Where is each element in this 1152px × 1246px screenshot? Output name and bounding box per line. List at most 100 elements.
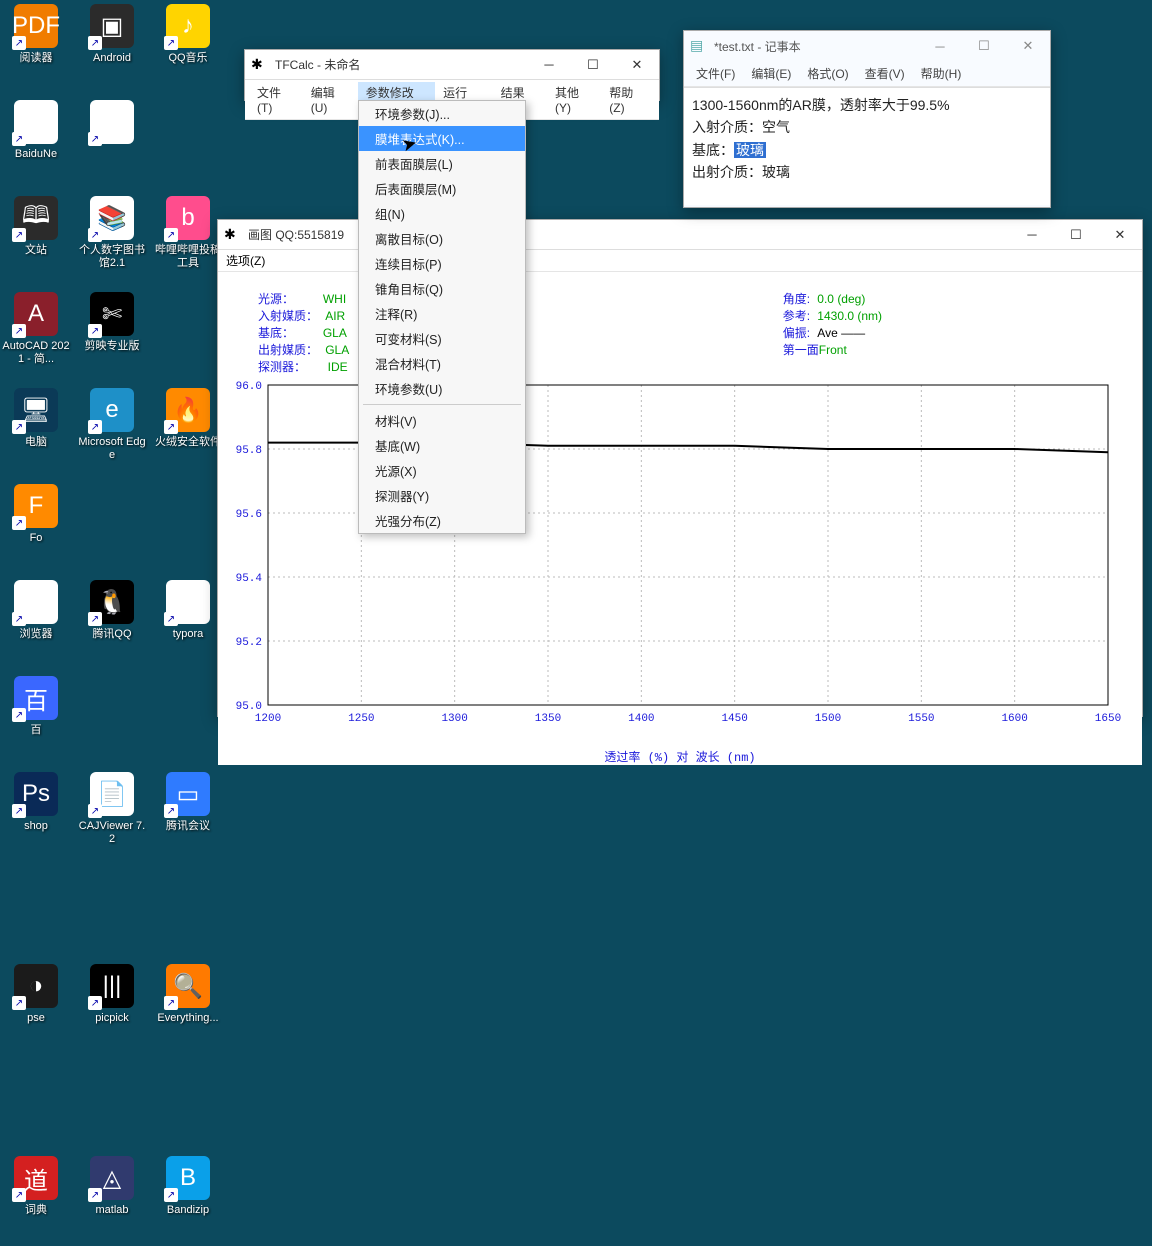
tfcalc-window: ✱ TFCalc - 未命名 ─ ☐ ✕ 文件(T)编辑(U)参数修改(V)运行… bbox=[244, 49, 660, 101]
desktop-icon[interactable]: ◬↗matlab bbox=[76, 1154, 148, 1246]
icon-label: 电脑 bbox=[25, 436, 47, 449]
minimize-button[interactable]: ─ bbox=[1010, 220, 1054, 250]
desktop-icon[interactable]: 🖥↗电脑 bbox=[0, 386, 72, 478]
desktop-icon[interactable]: F↗Fo bbox=[0, 482, 72, 574]
icon-label: 腾讯QQ bbox=[92, 628, 131, 641]
notepad-window: ▤ *test.txt - 记事本 ─ ☐ ✕ 文件(F)编辑(E)格式(O)查… bbox=[683, 30, 1051, 208]
dropdown-item[interactable]: 可变材料(S) bbox=[359, 326, 525, 351]
icon-label: 文站 bbox=[25, 244, 47, 257]
tfcalc-titlebar[interactable]: ✱ TFCalc - 未命名 ─ ☐ ✕ bbox=[245, 50, 659, 80]
dropdown-item[interactable]: 前表面膜层(L) bbox=[359, 151, 525, 176]
desktop-icon[interactable]: ◎↗浏览器 bbox=[0, 578, 72, 670]
close-button[interactable]: ✕ bbox=[615, 50, 659, 80]
dropdown-item[interactable]: 光强分布(Z) bbox=[359, 508, 525, 533]
desktop-icon[interactable]: e↗Microsoft Edge bbox=[76, 386, 148, 478]
app-icon: B bbox=[180, 1164, 196, 1192]
dropdown-item[interactable]: 注释(R) bbox=[359, 301, 525, 326]
dropdown-item[interactable]: 环境参数(U) bbox=[359, 376, 525, 401]
desktop-icon[interactable]: 百↗百 bbox=[0, 674, 72, 766]
menu-item[interactable]: 编辑(E) bbox=[743, 63, 799, 84]
menu-item[interactable]: 查看(V) bbox=[857, 63, 913, 84]
dropdown-item[interactable]: 锥角目标(Q) bbox=[359, 276, 525, 301]
desktop-icon[interactable]: 🐧↗腾讯QQ bbox=[76, 578, 148, 670]
desktop-icon[interactable]: A↗AutoCAD 2021 - 简... bbox=[0, 290, 72, 382]
dropdown-item[interactable]: 基底(W) bbox=[359, 433, 525, 458]
dropdown-item[interactable]: 混合材料(T) bbox=[359, 351, 525, 376]
app-icon: 百 bbox=[24, 681, 48, 716]
svg-text:1350: 1350 bbox=[535, 713, 561, 725]
desktop-icon[interactable]: ♪↗QQ音乐 bbox=[152, 2, 224, 94]
desktop-icon[interactable]: Ps↗shop bbox=[0, 770, 72, 862]
dropdown-item[interactable]: 组(N) bbox=[359, 201, 525, 226]
desktop-icon[interactable]: ✱↗ bbox=[76, 98, 148, 190]
shortcut-icon: ↗ bbox=[12, 36, 26, 50]
desktop-icon[interactable]: 🕮↗文站 bbox=[0, 194, 72, 286]
desktop-icon[interactable]: b↗哔哩哔哩投稿工具 bbox=[152, 194, 224, 286]
app-icon: ☁ bbox=[24, 108, 48, 137]
dropdown-item[interactable]: 离散目标(O) bbox=[359, 226, 525, 251]
shortcut-icon: ↗ bbox=[12, 804, 26, 818]
shortcut-icon: ↗ bbox=[88, 1188, 102, 1202]
icon-label: 浏览器 bbox=[20, 628, 53, 641]
notepad-line1: 1300-1560nm的AR膜，透射率大于99.5% bbox=[692, 97, 950, 113]
maximize-button[interactable]: ☐ bbox=[571, 50, 615, 80]
desktop-icon[interactable]: T↗typora bbox=[152, 578, 224, 670]
minimize-button[interactable]: ─ bbox=[918, 31, 962, 61]
menu-item[interactable]: 帮助(H) bbox=[913, 63, 970, 84]
shortcut-icon: ↗ bbox=[12, 132, 26, 146]
desktop-icon[interactable]: 道↗词典 bbox=[0, 1154, 72, 1246]
shortcut-icon: ↗ bbox=[12, 612, 26, 626]
svg-text:95.2: 95.2 bbox=[236, 637, 262, 649]
menu-item[interactable]: 其他(Y) bbox=[547, 82, 601, 117]
maximize-button[interactable]: ☐ bbox=[1054, 220, 1098, 250]
dropdown-item[interactable]: 膜堆表达式(K)... bbox=[359, 126, 525, 151]
close-button[interactable]: ✕ bbox=[1098, 220, 1142, 250]
maximize-button[interactable]: ☐ bbox=[962, 31, 1006, 61]
desktop-icon[interactable]: B↗Bandizip bbox=[152, 1154, 224, 1246]
icon-label: 剪映专业版 bbox=[85, 340, 140, 353]
notepad-titlebar[interactable]: ▤ *test.txt - 记事本 ─ ☐ ✕ bbox=[684, 31, 1050, 61]
svg-text:96.0: 96.0 bbox=[236, 381, 262, 393]
icon-label: shop bbox=[24, 820, 48, 833]
desktop-icon[interactable]: ✄↗剪映专业版 bbox=[76, 290, 148, 382]
dropdown-item[interactable]: 后表面膜层(M) bbox=[359, 176, 525, 201]
svg-text:1650: 1650 bbox=[1095, 713, 1121, 725]
desktop-icon[interactable]: 🔥↗火绒安全软件 bbox=[152, 386, 224, 478]
desktop-icon[interactable]: 📚↗个人数字图书馆2.1 bbox=[76, 194, 148, 286]
shortcut-icon: ↗ bbox=[88, 36, 102, 50]
menu-item[interactable]: 编辑(U) bbox=[303, 82, 358, 117]
desktop-icon[interactable]: ☁↗BaiduNe bbox=[0, 98, 72, 190]
svg-text:1450: 1450 bbox=[721, 713, 747, 725]
menu-item[interactable]: 格式(O) bbox=[799, 63, 856, 84]
desktop-icon[interactable]: 🔍↗Everything... bbox=[152, 962, 224, 1054]
menu-item[interactable]: 文件(F) bbox=[688, 63, 743, 84]
desktop-icon[interactable]: |||↗picpick bbox=[76, 962, 148, 1054]
dropdown-item[interactable]: 环境参数(J)... bbox=[359, 101, 525, 126]
desktop-icon[interactable]: PDF↗阅读器 bbox=[0, 2, 72, 94]
icon-label: 个人数字图书馆2.1 bbox=[77, 244, 147, 270]
dropdown-item[interactable]: 材料(V) bbox=[359, 408, 525, 433]
shortcut-icon: ↗ bbox=[12, 420, 26, 434]
desktop-icon[interactable]: ◑↗pse bbox=[0, 962, 72, 1054]
close-button[interactable]: ✕ bbox=[1006, 31, 1050, 61]
plot-app-icon: ✱ bbox=[224, 226, 242, 244]
plot-options-menu[interactable]: 选项(Z) bbox=[226, 254, 265, 268]
plot-titlebar[interactable]: ✱ 画图 QQ:5515819 ─ ☐ ✕ bbox=[218, 220, 1142, 250]
desktop-icon[interactable]: ▭↗腾讯会议 bbox=[152, 770, 224, 862]
icon-label: picpick bbox=[95, 1012, 129, 1025]
dropdown-item[interactable]: 探测器(Y) bbox=[359, 483, 525, 508]
desktop-icon[interactable]: ▣↗Android bbox=[76, 2, 148, 94]
shortcut-icon: ↗ bbox=[164, 612, 178, 626]
icon-label: 词典 bbox=[25, 1204, 47, 1217]
menu-item[interactable]: 帮助(Z) bbox=[601, 82, 655, 117]
tfcalc-app-icon: ✱ bbox=[251, 56, 269, 74]
minimize-button[interactable]: ─ bbox=[527, 50, 571, 80]
menu-item[interactable]: 文件(T) bbox=[249, 82, 303, 117]
notepad-content[interactable]: 1300-1560nm的AR膜，透射率大于99.5% 入射介质：空气 基底：玻璃… bbox=[684, 87, 1050, 205]
app-icon: 🕮 bbox=[22, 198, 50, 239]
app-icon: T bbox=[181, 588, 196, 616]
dropdown-item[interactable]: 光源(X) bbox=[359, 458, 525, 483]
desktop-icon[interactable]: 📄↗CAJViewer 7.2 bbox=[76, 770, 148, 862]
dropdown-item[interactable]: 连续目标(P) bbox=[359, 251, 525, 276]
notepad-title: *test.txt - 记事本 bbox=[714, 38, 918, 55]
